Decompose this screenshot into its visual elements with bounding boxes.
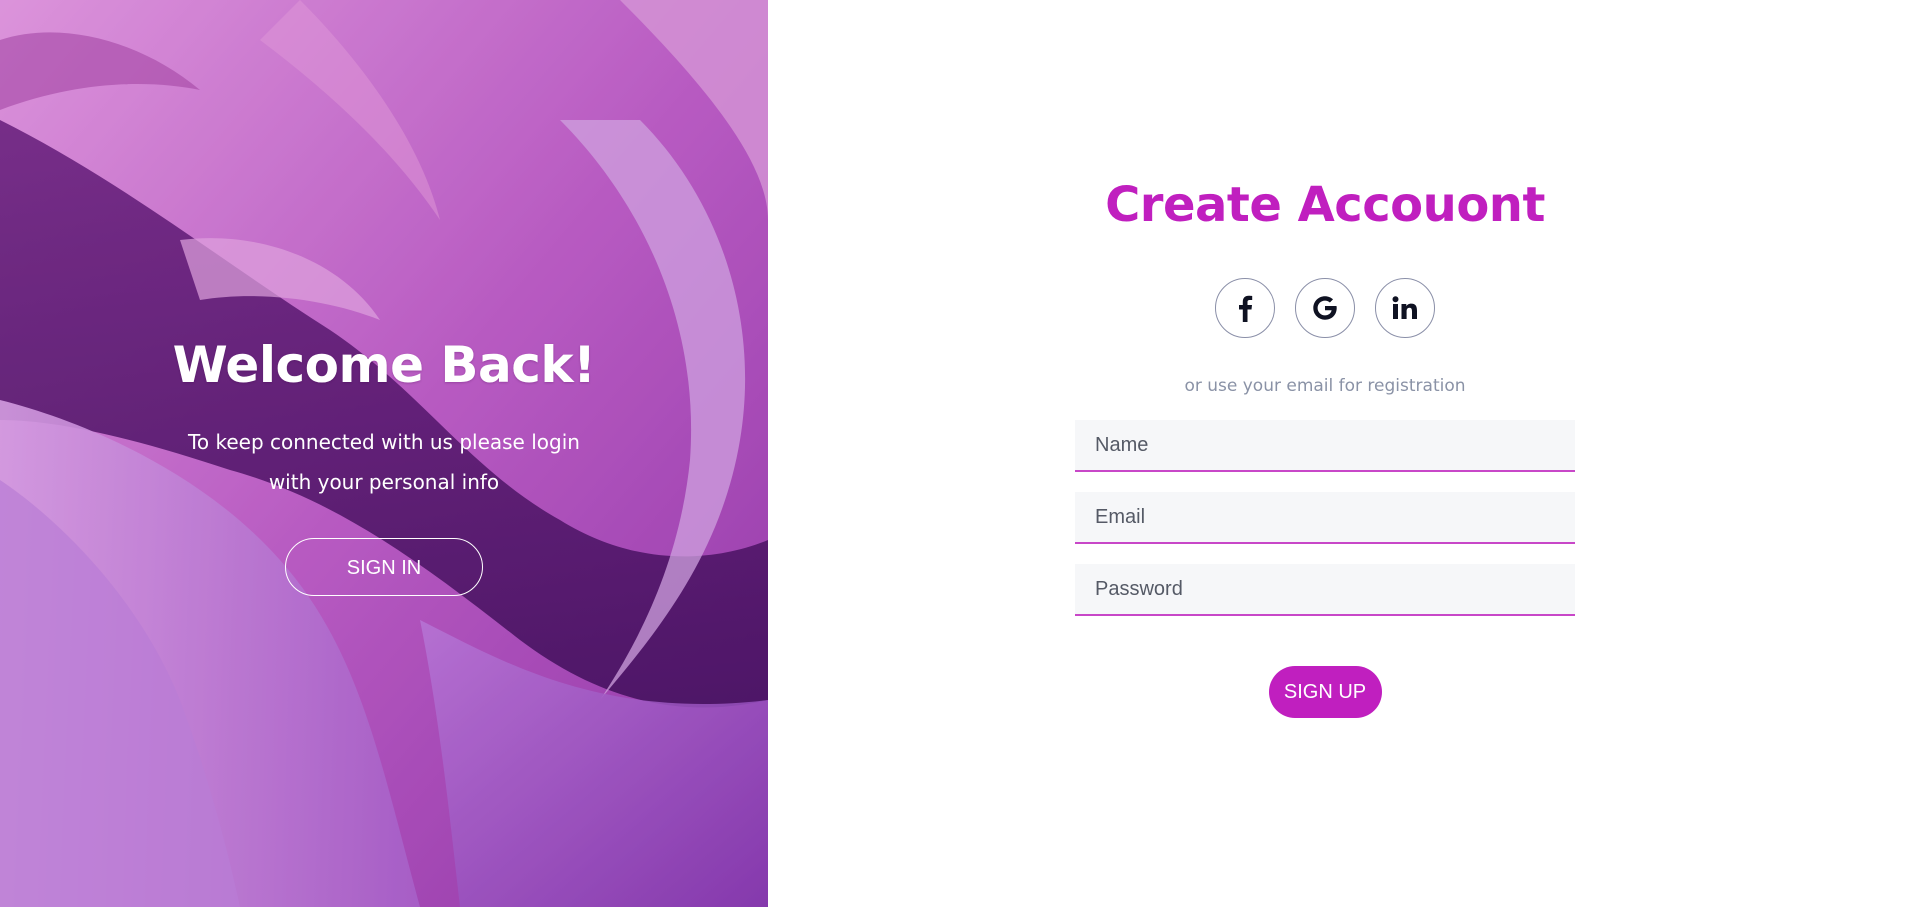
sign-in-button[interactable]: SIGN IN — [285, 538, 483, 596]
registration-hint: or use your email for registration — [1184, 376, 1466, 396]
google-button[interactable] — [1295, 278, 1355, 338]
linkedin-icon — [1392, 296, 1417, 319]
welcome-content: Welcome Back! To keep connected with us … — [0, 320, 768, 596]
name-input[interactable] — [1075, 420, 1575, 472]
welcome-message: To keep connected with us please login w… — [188, 430, 580, 494]
linkedin-button[interactable] — [1375, 278, 1435, 338]
email-input[interactable] — [1075, 492, 1575, 544]
welcome-title: Welcome Back! — [172, 336, 596, 394]
create-account-title: Create Accouont — [1105, 177, 1545, 233]
signup-panel: Create Accouont or use your email for re… — [768, 0, 1918, 907]
password-input[interactable] — [1075, 564, 1575, 616]
facebook-button[interactable] — [1215, 278, 1275, 338]
welcome-panel: Welcome Back! To keep connected with us … — [0, 0, 768, 907]
google-icon — [1313, 296, 1337, 320]
sign-up-button[interactable]: SIGN UP — [1268, 666, 1382, 718]
social-login-row — [1075, 278, 1575, 338]
page: Welcome Back! To keep connected with us … — [0, 0, 1918, 907]
facebook-icon — [1239, 295, 1253, 322]
signup-form: Create Accouont or use your email for re… — [1075, 170, 1575, 718]
